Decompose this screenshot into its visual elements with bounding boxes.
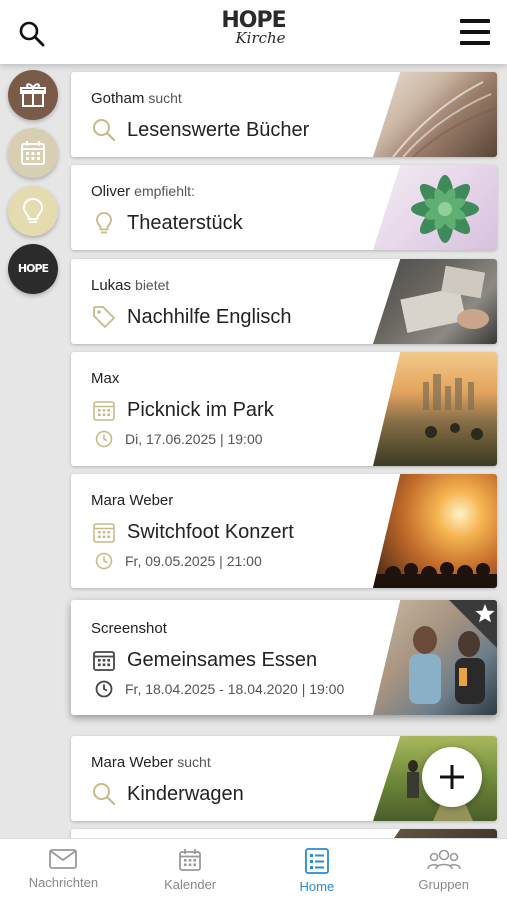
card-author: Mara Weber sucht [91, 754, 211, 771]
calendar-icon [21, 141, 45, 165]
author-name: Mara Weber [91, 492, 174, 509]
feed-card[interactable]: Max Picknick im Park Di, 17.06.2025 | 19… [71, 352, 497, 466]
tab-label: Gruppen [418, 877, 469, 892]
author-verb: sucht [148, 90, 182, 106]
author-name: Lukas [91, 277, 132, 294]
card-image-concert [373, 474, 497, 588]
tab-label: Nachrichten [28, 875, 99, 890]
plus-icon [440, 765, 464, 789]
filter-gift-button[interactable] [8, 70, 58, 120]
lightbulb-icon [22, 197, 44, 223]
feed-card[interactable]: Oliver empfiehlt: Theaterstück [71, 165, 497, 250]
author-verb: empfiehlt: [134, 183, 195, 199]
app-header: HOPE Kirche [0, 0, 507, 64]
hamburger-menu-icon[interactable] [457, 14, 493, 50]
card-date-row: Fr, 09.05.2025 | 21:00 [95, 552, 262, 570]
tag-icon [93, 306, 115, 328]
card-image-succulent [373, 165, 497, 250]
hope-badge-text: HOPE [17, 262, 49, 275]
tab-label: Kalender [164, 877, 217, 892]
tab-nachrichten[interactable]: Nachrichten [0, 839, 127, 900]
card-image-picnic [373, 352, 497, 466]
card-date-row: Di, 17.06.2025 | 19:00 [95, 430, 263, 448]
calendar-icon [93, 651, 115, 671]
card-title: Gemeinsames Essen [127, 648, 318, 671]
calendar-icon [93, 523, 115, 543]
bottom-tab-bar: Nachrichten Kalender Home Gruppen [0, 838, 507, 900]
card-date-row: Fr, 18.04.2025 - 18.04.2020 | 19:00 [95, 680, 344, 698]
tab-gruppen[interactable]: Gruppen [380, 839, 507, 900]
card-image-book [373, 72, 497, 157]
calendar-icon [179, 849, 202, 871]
tab-kalender[interactable]: Kalender [127, 839, 254, 900]
search-icon [93, 783, 116, 806]
author-name: Mara Weber [91, 754, 174, 771]
author-verb: sucht [177, 754, 211, 770]
tab-label: Home [299, 879, 335, 894]
card-author: Mara Weber [91, 492, 173, 509]
clock-icon [95, 552, 113, 570]
filter-idea-button[interactable] [8, 186, 58, 236]
feed-card[interactable]: Mara Weber Switchfoot Konzert Fr, 09.05.… [71, 474, 497, 588]
feed-card[interactable]: Lukas bietet Nachhilfe Englisch [71, 259, 497, 344]
card-author: Oliver empfiehlt: [91, 183, 195, 200]
card-title-row: Gemeinsames Essen [91, 647, 317, 673]
feed-card-highlighted[interactable]: Screenshot Gemeinsames Essen Fr, 18.04.2… [71, 600, 497, 715]
gift-icon [20, 83, 46, 107]
card-author: Gotham sucht [91, 90, 182, 107]
card-title-row: Kinderwagen [91, 781, 244, 807]
hope-kirche-logo[interactable]: HOPE Kirche [209, 10, 299, 47]
clock-icon [95, 430, 113, 448]
add-post-button[interactable] [422, 747, 482, 807]
card-date: Fr, 09.05.2025 | 21:00 [125, 553, 262, 569]
card-title: Picknick im Park [127, 398, 274, 421]
card-author: Lukas bietet [91, 277, 169, 294]
card-date: Di, 17.06.2025 | 19:00 [125, 431, 263, 447]
search-icon[interactable] [18, 20, 46, 48]
author-name: Oliver [91, 183, 131, 200]
card-date: Fr, 18.04.2025 - 18.04.2020 | 19:00 [125, 681, 345, 697]
mail-icon [49, 849, 78, 869]
list-icon [304, 848, 329, 874]
card-title-row: Theaterstück [91, 210, 243, 236]
group-icon [426, 849, 461, 870]
category-sidebar: HOPE [0, 64, 66, 838]
card-title: Kinderwagen [127, 782, 244, 805]
filter-calendar-button[interactable] [8, 128, 58, 178]
author-name: Gotham [91, 90, 145, 107]
lightbulb-icon [96, 212, 112, 234]
card-title-row: Nachhilfe Englisch [91, 304, 292, 330]
card-title-row: Switchfoot Konzert [91, 519, 294, 545]
card-title: Nachhilfe Englisch [127, 305, 292, 328]
author-name: Max [91, 370, 120, 387]
card-title: Switchfoot Konzert [127, 520, 294, 543]
search-icon [93, 119, 116, 142]
card-title: Lesenswerte Bücher [127, 118, 310, 141]
card-image-study [373, 259, 497, 344]
author-name: Screenshot [91, 620, 167, 637]
author-verb: bietet [135, 277, 170, 293]
card-title-row: Picknick im Park [91, 397, 274, 423]
card-author: Max [91, 370, 119, 387]
filter-hope-button[interactable]: HOPE [8, 244, 58, 294]
tab-home[interactable]: Home [254, 839, 381, 900]
card-title: Theaterstück [127, 211, 243, 234]
feed-card[interactable]: Gotham sucht Lesenswerte Bücher [71, 72, 497, 157]
card-title-row: Lesenswerte Bücher [91, 117, 309, 143]
card-author: Screenshot [91, 620, 167, 637]
clock-icon [95, 680, 113, 698]
calendar-icon [93, 401, 115, 421]
